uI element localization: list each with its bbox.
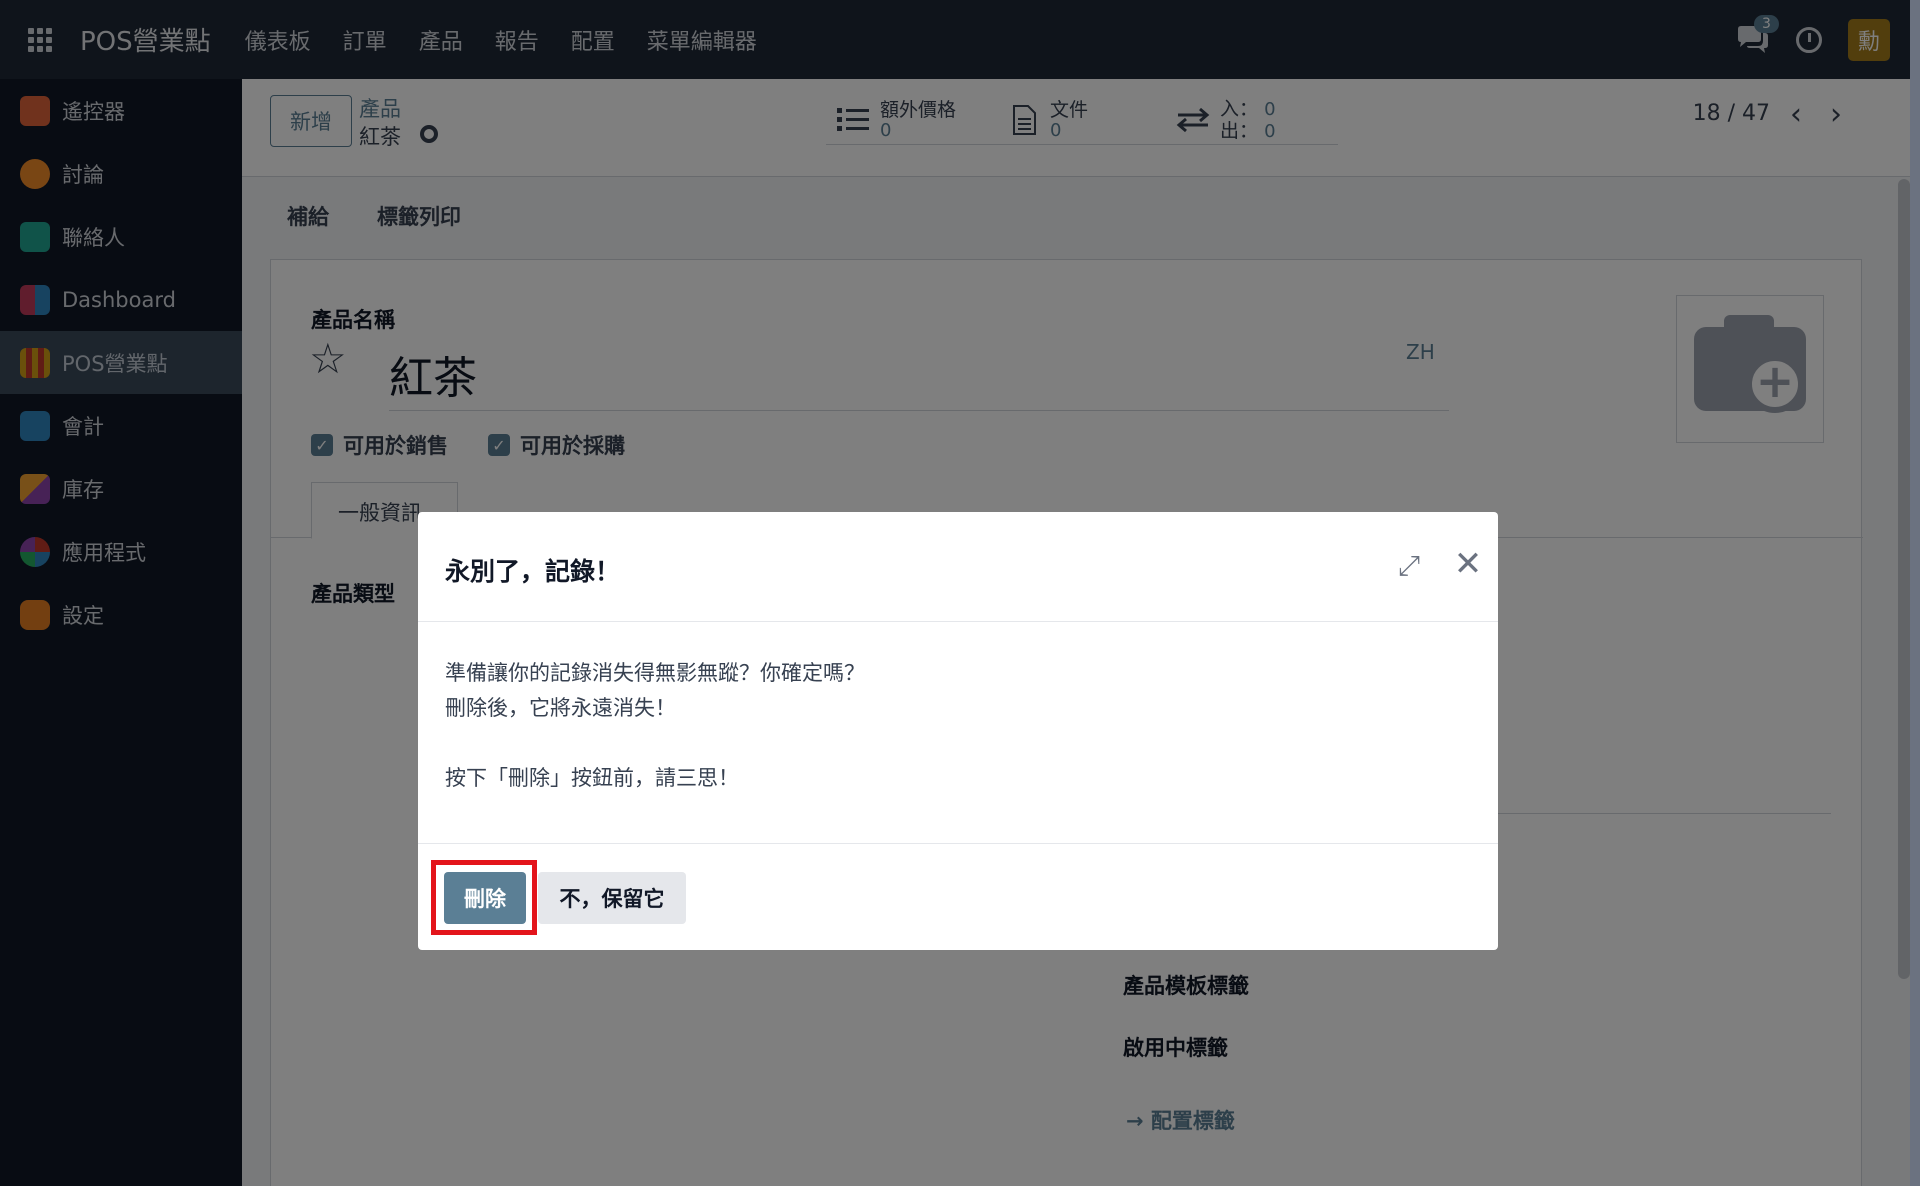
keep-button[interactable]: 不，保留它: [538, 872, 686, 924]
dialog-title: 永別了，記錄！: [445, 557, 621, 586]
dialog-header: 永別了，記錄！ ⤢ ✕: [418, 512, 1498, 622]
dialog-message-line: 按下「刪除」按鈕前，請三思！: [445, 766, 739, 790]
dialog-message-line: 準備讓你的記錄消失得無影無蹤？你確定嗎？: [445, 661, 865, 685]
dialog-body: 準備讓你的記錄消失得無影無蹤？你確定嗎？ 刪除後，它將永遠消失！ 按下「刪除」按…: [418, 622, 1498, 844]
expand-icon[interactable]: ⤢: [1390, 548, 1428, 586]
close-icon[interactable]: ✕: [1448, 544, 1488, 584]
window-edge: [1910, 0, 1920, 1186]
delete-button[interactable]: 刪除: [444, 872, 526, 924]
dialog-message-line: 刪除後，它將永遠消失！: [445, 696, 676, 720]
dialog-footer: 刪除 不，保留它: [418, 844, 1498, 950]
delete-confirm-dialog: 永別了，記錄！ ⤢ ✕ 準備讓你的記錄消失得無影無蹤？你確定嗎？ 刪除後，它將永…: [418, 512, 1498, 950]
